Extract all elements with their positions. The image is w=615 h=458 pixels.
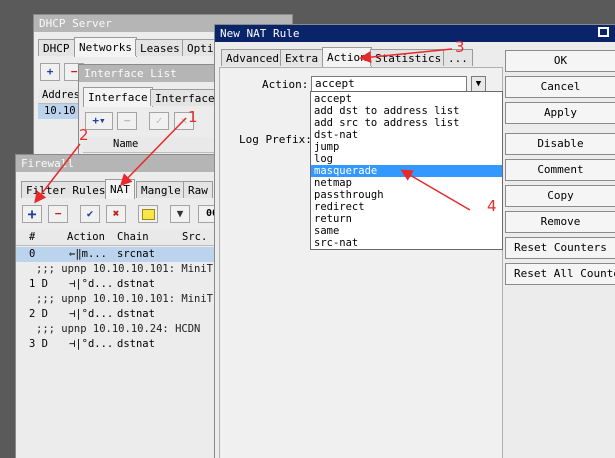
rule-chain: srcnat <box>117 248 155 260</box>
col-chain: Chain <box>117 231 149 243</box>
action-label: Action: <box>262 78 309 91</box>
action-option[interactable]: netmap <box>311 177 502 189</box>
action-option[interactable]: src-nat <box>311 237 502 249</box>
nat-table-header: # Action Chain Src. <box>16 230 219 246</box>
action-dropdown-list: accept add dst to address list add src to … <box>310 91 503 250</box>
rule-number: 3 D <box>29 338 48 350</box>
tab-extra[interactable]: Extra <box>280 49 324 66</box>
firewall-disable-button[interactable]: ✖ <box>106 205 126 223</box>
interface-enable-button[interactable]: ✓ <box>149 112 169 130</box>
firewall-title: Firewall <box>16 155 219 172</box>
chevron-down-icon[interactable]: ▼ <box>471 76 486 92</box>
rule-action: ⇐‖m... <box>69 248 107 260</box>
firewall-comment-button[interactable] <box>138 205 158 223</box>
note-icon <box>141 209 155 220</box>
action-select[interactable]: accept <box>311 76 467 92</box>
remove-button[interactable]: Remove <box>505 211 615 233</box>
action-option[interactable]: same <box>311 225 502 237</box>
annotation-4: 4 <box>487 197 497 215</box>
col-src: Src. <box>182 231 208 243</box>
tab-nat[interactable]: NAT <box>105 179 135 199</box>
tab-interface[interactable]: Interface <box>83 87 153 107</box>
rule-number: 2 D <box>29 308 48 320</box>
action-option[interactable]: masquerade <box>311 165 502 177</box>
ok-button[interactable]: OK <box>505 50 615 72</box>
tab-interface-2[interactable]: Interface <box>150 89 220 106</box>
nat-comment-row[interactable]: ;;; upnp 10.10.10.24: HCDN <box>16 322 219 337</box>
new-nat-rule-window: New NAT Rule Advanced Extra Action Stati… <box>214 24 615 458</box>
dhcp-col-address: Addres <box>42 89 80 101</box>
col-action: Action <box>67 231 105 243</box>
disable-button[interactable]: Disable <box>505 133 615 155</box>
action-option[interactable]: redirect <box>311 201 502 213</box>
interface-remove-button[interactable]: − <box>117 112 137 130</box>
rule-number: 0 <box>29 248 36 260</box>
tab-mangle[interactable]: Mangle <box>136 181 186 198</box>
rule-comment: ;;; upnp 10.10.10.101: MiniTP <box>36 293 220 305</box>
nat-rule-row[interactable]: 3 D ⊣|°d... dstnat <box>16 337 219 352</box>
tab-statistics[interactable]: Statistics <box>370 49 447 66</box>
rule-action: ⊣|°d... <box>69 338 114 350</box>
action-option[interactable]: add src to address list <box>311 117 502 129</box>
action-option[interactable]: return <box>311 213 502 225</box>
tab-filter-rules[interactable]: Filter Rules <box>21 181 111 198</box>
funnel-icon: ▼ <box>176 207 184 220</box>
rule-comment: ;;; upnp 10.10.10.24: HCDN <box>36 323 201 335</box>
annotation-1: 1 <box>188 108 198 126</box>
log-prefix-label: Log Prefix: <box>239 133 312 146</box>
annotation-2: 2 <box>79 126 89 144</box>
nat-comment-row[interactable]: ;;; upnp 10.10.10.101: MiniTP <box>16 262 219 277</box>
apply-button[interactable]: Apply <box>505 102 615 124</box>
firewall-window: Firewall Filter Rules NAT Mangle Raw + −… <box>15 154 220 458</box>
interface-col-name: Name <box>113 138 139 150</box>
nat-comment-row[interactable]: ;;; upnp 10.10.10.101: MiniTP <box>16 292 219 307</box>
tab-leases[interactable]: Leases <box>135 39 185 56</box>
action-option[interactable]: passthrough <box>311 189 502 201</box>
rule-chain: dstnat <box>117 278 155 290</box>
rule-action: ⊣|°d... <box>69 308 114 320</box>
nat-rule-row[interactable]: 2 D ⊣|°d... dstnat <box>16 307 219 322</box>
col-number: # <box>29 231 36 243</box>
tab-networks[interactable]: Networks <box>74 37 137 57</box>
reset-counters-button[interactable]: Reset Counters <box>505 237 615 259</box>
action-select-value: accept <box>315 77 355 90</box>
firewall-filter-button[interactable]: ▼ <box>170 205 190 223</box>
action-option[interactable]: accept <box>311 93 502 105</box>
tab-dhcp[interactable]: DHCP <box>38 39 75 56</box>
firewall-tabs: Filter Rules NAT Mangle Raw <box>16 179 219 199</box>
dhcp-add-button[interactable]: + <box>40 63 60 81</box>
tab-advanced[interactable]: Advanced <box>221 49 284 66</box>
copy-button[interactable]: Copy <box>505 185 615 207</box>
cancel-button[interactable]: Cancel <box>505 76 615 98</box>
close-icon[interactable] <box>598 27 609 37</box>
action-option[interactable]: dst-nat <box>311 129 502 141</box>
rule-chain: dstnat <box>117 308 155 320</box>
rule-action: ⊣|°d... <box>69 278 114 290</box>
action-option[interactable]: log <box>311 153 502 165</box>
nat-rule-row[interactable]: 0 ⇐‖m... srcnat <box>16 247 219 262</box>
action-option[interactable]: jump <box>311 141 502 153</box>
interface-add-button[interactable]: +▾ <box>85 112 113 130</box>
firewall-enable-button[interactable]: ✔ <box>80 205 100 223</box>
annotation-3: 3 <box>455 38 465 56</box>
tab-action[interactable]: Action <box>322 47 372 67</box>
dhcp-row-address: 10.10. <box>44 105 82 117</box>
firewall-add-button[interactable]: + <box>22 205 42 223</box>
reset-all-counters-button[interactable]: Reset All Counters <box>505 263 615 285</box>
tab-raw[interactable]: Raw <box>183 181 213 198</box>
comment-button[interactable]: Comment <box>505 159 615 181</box>
nat-rule-title: New NAT Rule <box>215 25 615 42</box>
dhcp-row[interactable]: 10.10. <box>38 104 82 119</box>
rule-chain: dstnat <box>117 338 155 350</box>
rule-comment: ;;; upnp 10.10.10.101: MiniTP <box>36 263 220 275</box>
firewall-remove-button[interactable]: − <box>48 205 68 223</box>
nat-rule-row[interactable]: 1 D ⊣|°d... dstnat <box>16 277 219 292</box>
action-option[interactable]: add dst to address list <box>311 105 502 117</box>
rule-number: 1 D <box>29 278 48 290</box>
